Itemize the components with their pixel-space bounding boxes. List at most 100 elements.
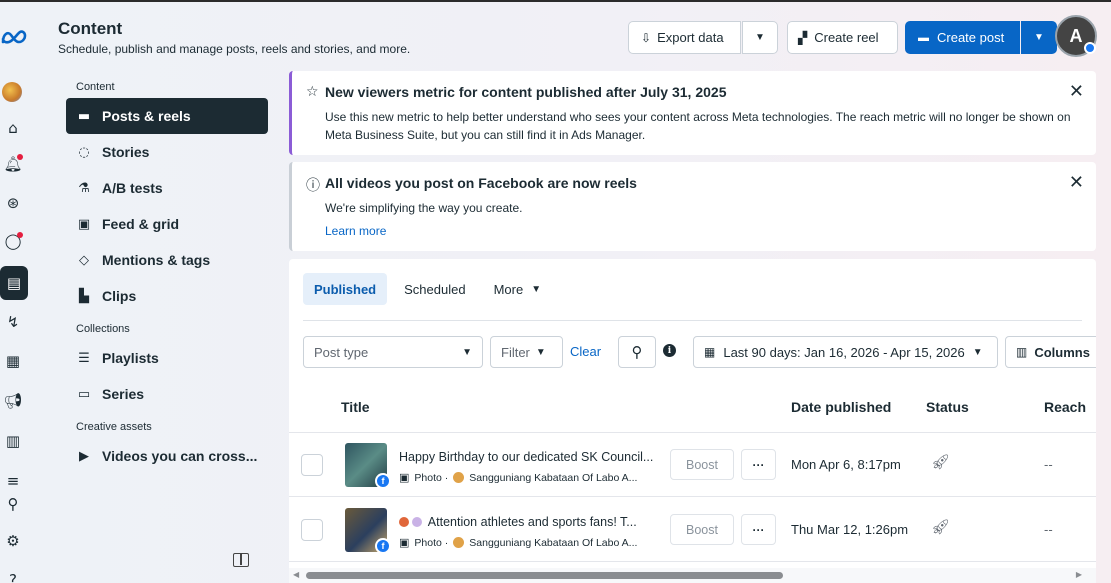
sidebar-item-label: Mentions & tags — [102, 252, 211, 268]
horizontal-scrollbar[interactable]: ◀ ▶ — [289, 568, 1096, 583]
sidebar-item-videos-cross[interactable]: ▶ Videos you can cross... — [66, 438, 268, 474]
date-range-picker[interactable]: ▦ Last 90 days: Jan 16, 2026 - Apr 15, 2… — [693, 336, 998, 368]
sidebar-item-series[interactable]: ▭ Series — [66, 376, 268, 412]
photo-icon: ▣ — [399, 536, 410, 549]
volleyball-emoji-icon — [412, 517, 422, 527]
reels-banner: ⓘ All videos you post on Facebook are no… — [289, 162, 1096, 251]
close-icon[interactable]: ✕ — [1069, 81, 1084, 102]
tab-more[interactable]: More ▼ — [483, 273, 553, 305]
sidebar-item-label: Posts & reels — [102, 108, 191, 124]
sidebar-item-label: Series — [102, 386, 145, 402]
meta-logo-icon[interactable] — [0, 28, 28, 46]
close-icon[interactable]: ✕ — [1069, 172, 1084, 193]
banner-title: All videos you post on Facebook are now … — [325, 175, 637, 191]
info-icon: ⓘ — [306, 178, 320, 194]
create-reel-button[interactable]: ▞ Create reel — [787, 21, 898, 54]
page-title: Content — [58, 19, 123, 38]
sidebar-item-posts-reels[interactable]: ▬ Posts & reels — [66, 98, 268, 134]
table-row[interactable]: f Happy Birthday to our dedicated SK Cou… — [289, 433, 1096, 497]
column-header-status[interactable]: Status — [926, 399, 969, 415]
sidebar-item-stories[interactable]: ◌ Stories — [66, 134, 268, 170]
info-icon[interactable]: i — [663, 344, 676, 357]
sidebar-item-label: Feed & grid — [102, 216, 180, 232]
page-avatar-icon[interactable] — [2, 82, 22, 102]
help-icon[interactable]: ? — [0, 567, 26, 583]
create-post-button[interactable]: ▬ Create post — [905, 21, 1020, 54]
more-options-button[interactable]: ··· — [741, 449, 776, 480]
create-post-dropdown-button[interactable]: ▼ — [1021, 21, 1057, 54]
calendar-icon: ▦ — [704, 345, 716, 359]
scroll-right-icon[interactable]: ▶ — [1076, 570, 1082, 579]
post-type-select[interactable]: Post type ▼ — [303, 336, 483, 368]
post-title-text: Attention athletes and sports fans! T... — [427, 515, 637, 529]
table-row[interactable]: f Attention athletes and sports fans! T.… — [289, 498, 1096, 562]
scrollbar-thumb[interactable] — [306, 572, 783, 579]
rocket-icon: 🚀︎ — [931, 518, 951, 536]
page-subtitle: Schedule, publish and manage posts, reel… — [58, 42, 411, 56]
sidebar-item-label: Stories — [102, 144, 150, 160]
scroll-left-icon[interactable]: ◀ — [293, 570, 299, 579]
notification-dot — [17, 154, 23, 160]
content-tabs: Published Scheduled More ▼ — [303, 273, 552, 305]
sidebar-item-feed-grid[interactable]: ▣ Feed & grid — [66, 206, 268, 242]
sidebar-item-clips[interactable]: ▙ Clips — [66, 278, 268, 314]
columns-button[interactable]: ▥ Columns — [1005, 336, 1096, 368]
global-nav-rail: ⌂ 🔔︎ ⊛ ◯ ▤ ↯ ▦ 📢︎ ▥ ≡ ⚲ ⚙ ? — [0, 2, 30, 583]
sidebar-item-mentions-tags[interactable]: ◇ Mentions & tags — [66, 242, 268, 278]
megaphone-icon[interactable]: 📢︎ — [0, 388, 26, 414]
calendar-icon[interactable]: ▦ — [0, 348, 26, 374]
caret-down-icon: ▼ — [462, 346, 472, 358]
post-type-placeholder: Post type — [314, 344, 369, 360]
post-meta: ▣ Photo · Sangguniang Kabataan Of Labo A… — [399, 471, 637, 484]
rocket-icon: 🚀︎ — [931, 453, 951, 471]
row-checkbox[interactable] — [301, 454, 323, 476]
sidebar-item-ab-tests[interactable]: ⚗ A/B tests — [66, 170, 268, 206]
ads-icon[interactable]: ⊛ — [0, 190, 26, 216]
reach-value: -- — [1044, 457, 1053, 472]
row-checkbox[interactable] — [301, 519, 323, 541]
search-button[interactable]: ⚲ — [618, 336, 656, 368]
post-title[interactable]: Happy Birthday to our dedicated SK Counc… — [399, 450, 665, 464]
clear-filters-link[interactable]: Clear — [570, 344, 601, 359]
settings-icon[interactable]: ⚙ — [0, 528, 26, 554]
date-published: Mon Apr 6, 8:17pm — [791, 457, 901, 472]
content-table-card: Published Scheduled More ▼ Post type ▼ F… — [289, 259, 1096, 583]
content-icon[interactable]: ▤ — [0, 266, 28, 300]
tab-published[interactable]: Published — [303, 273, 388, 305]
export-icon: ⇩ — [641, 30, 652, 45]
basketball-emoji-icon — [399, 517, 409, 527]
boost-button[interactable]: Boost — [670, 514, 734, 545]
stories-icon: ◌ — [78, 144, 90, 160]
video-icon: ▶ — [79, 448, 89, 464]
column-header-date[interactable]: Date published — [791, 399, 891, 415]
facebook-icon: f — [375, 473, 391, 489]
boost-button[interactable]: Boost — [670, 449, 734, 480]
collapse-sidebar-icon[interactable] — [233, 553, 249, 567]
facebook-icon: f — [375, 538, 391, 554]
tab-scheduled[interactable]: Scheduled — [393, 273, 476, 305]
more-options-button[interactable]: ··· — [741, 514, 776, 545]
clapper-icon: ▙ — [79, 288, 89, 304]
page-header: Content Schedule, publish and manage pos… — [58, 19, 410, 56]
export-label: Export data — [657, 30, 724, 45]
create-post-label: Create post — [937, 30, 1005, 45]
tab-more-label: More — [493, 281, 524, 297]
insights-icon[interactable]: ↯ — [0, 309, 26, 335]
star-icon: ☆ — [306, 84, 319, 100]
sidebar-item-label: A/B tests — [102, 180, 163, 196]
search-icon[interactable]: ⚲ — [0, 491, 26, 517]
top-border — [0, 0, 1111, 2]
page-avatar-icon — [453, 537, 465, 548]
sidebar-item-playlists[interactable]: ☰ Playlists — [66, 340, 268, 376]
column-header-title[interactable]: Title — [341, 399, 370, 415]
tag-icon: ◇ — [79, 252, 89, 268]
learn-more-link[interactable]: Learn more — [325, 224, 386, 238]
post-title[interactable]: Attention athletes and sports fans! T... — [399, 515, 665, 529]
column-header-reach[interactable]: Reach — [1044, 399, 1086, 415]
export-data-button[interactable]: ⇩ Export data — [628, 21, 741, 54]
export-dropdown-button[interactable]: ▼ — [742, 21, 778, 54]
home-icon[interactable]: ⌂ — [0, 115, 26, 141]
tabs-divider — [303, 320, 1082, 321]
filter-dropdown[interactable]: Filter ▼ — [490, 336, 563, 368]
bar-chart-icon[interactable]: ▥ — [0, 428, 26, 454]
